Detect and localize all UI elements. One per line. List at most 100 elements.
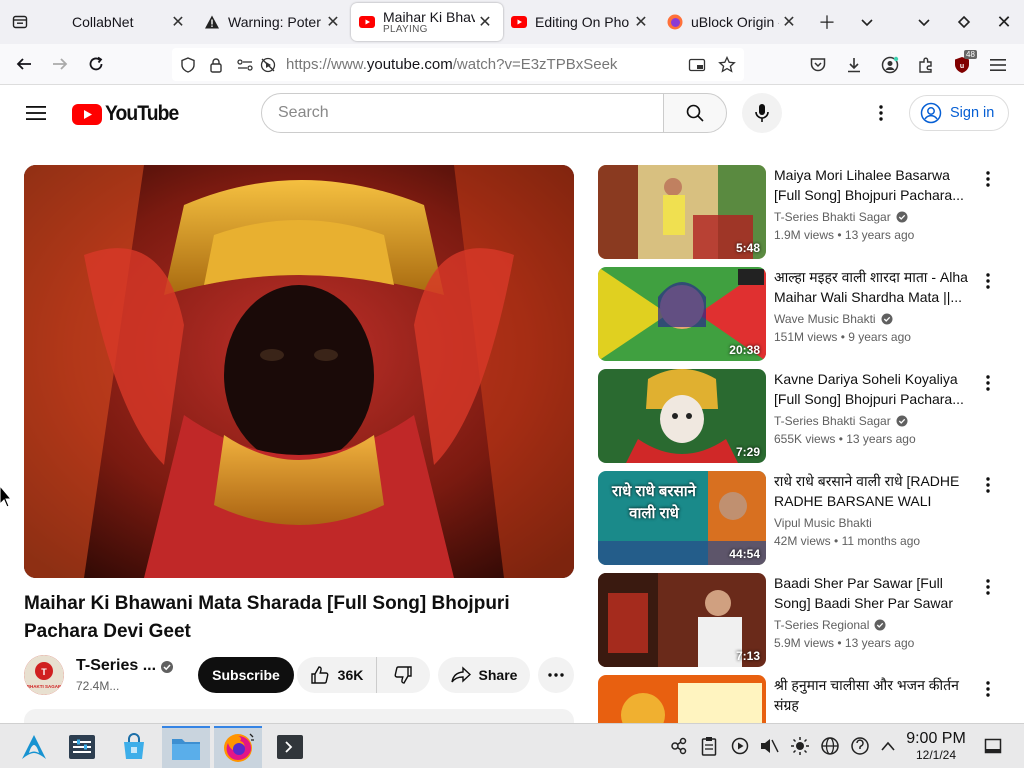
close-icon[interactable]: ✕ [168,12,188,32]
url-text[interactable]: https://www.youtube.com/watch?v=E3zTPBxS… [286,56,617,73]
account-button[interactable] [872,47,908,83]
video-thumbnail[interactable]: राधे राधे बरसाने वाली राधे 44:54 [598,471,766,565]
back-button[interactable] [6,46,42,82]
taskbar-file-manager[interactable] [162,726,210,768]
tray-network-share[interactable] [667,734,691,758]
tab-warning[interactable]: Warning: Poter ✕ [196,4,351,40]
pocket-button[interactable] [800,47,836,83]
guide-menu-button[interactable] [16,93,56,133]
taskbar-software-center[interactable] [110,726,158,768]
window-close-button[interactable]: ✕ [984,0,1024,44]
tray-expand-button[interactable] [876,734,900,758]
recommendation-title[interactable]: Kavne Dariya Soheli Koyaliya [Full Song]… [774,369,974,409]
list-all-tabs-button[interactable] [847,0,887,44]
tray-brightness[interactable] [788,734,812,758]
dislike-button[interactable] [377,657,429,693]
downloads-button[interactable] [836,47,872,83]
autoplay-blocked-icon[interactable] [260,57,276,73]
list-item[interactable]: 7:13 Baadi Sher Par Sawar [Full Song] Ba… [598,573,1008,667]
voice-search-button[interactable] [742,93,782,133]
navigation-toolbar: https://www.youtube.com/watch?v=E3zTPBxS… [0,44,1024,85]
close-icon[interactable]: ✕ [631,12,651,32]
tab-editing[interactable]: Editing On Pho ✕ [503,4,659,40]
picture-in-picture-icon[interactable] [688,57,706,73]
recommendation-menu-button[interactable] [976,269,1000,293]
search-button[interactable] [663,93,727,133]
shield-icon[interactable] [180,56,196,73]
recommendation-menu-button[interactable] [976,167,1000,191]
new-tab-button[interactable]: ＋ [807,0,847,44]
list-item[interactable]: 7:29 Kavne Dariya Soheli Koyaliya [Full … [598,369,1008,463]
channel-avatar[interactable]: T BHAKTI SAGAR [24,655,64,695]
lock-icon[interactable] [208,57,224,73]
app-launcher-button[interactable] [10,726,58,768]
tray-network[interactable] [818,734,842,758]
channel-name[interactable]: T-Series ... [76,657,156,675]
view-count: 5.9M views [774,636,835,650]
recommendation-title[interactable]: आल्हा मइहर वाली शारदा माता - Alha Maihar… [774,267,974,307]
subscribe-button[interactable]: Subscribe [198,657,294,693]
app-menu-button[interactable] [980,47,1016,83]
window-maximize-button[interactable] [944,0,984,44]
recommendation-channel[interactable]: Vipul Music Bhakti [774,516,872,530]
recommendation-channel[interactable]: T-Series Regional [774,618,886,632]
list-item[interactable]: राधे राधे बरसाने वाली राधे 44:54 राधे रा… [598,471,1008,565]
video-thumbnail[interactable]: 7:29 [598,369,766,463]
reload-button[interactable] [78,46,114,82]
view-count: 655K views [774,432,836,446]
tab-ublock[interactable]: uBlock Origin - ✕ [659,4,807,40]
search-icon [686,104,704,122]
recommendation-title[interactable]: Baadi Sher Par Sawar [Full Song] Baadi S… [774,573,974,613]
recommendation-title[interactable]: Maiya Mori Lihalee Basarwa [Full Song] B… [774,165,974,205]
share-button[interactable]: Share [438,657,530,693]
recommendation-channel[interactable]: T-Series Bhakti Sagar [774,414,908,428]
video-thumbnail[interactable]: 20:38 [598,267,766,361]
settings-more-button[interactable] [861,93,901,133]
recommendation-menu-button[interactable] [976,677,1000,701]
tray-clipboard[interactable] [697,734,721,758]
video-thumbnail[interactable]: 5:48 [598,165,766,259]
tab-youtube-active[interactable]: Maihar Ki Bhav PLAYING ✕ [351,3,503,41]
tray-volume[interactable] [757,734,781,758]
taskbar-terminal[interactable] [266,726,314,768]
digital-clock[interactable]: 9:00 PM 12/1/24 [900,730,972,762]
close-icon[interactable]: ✕ [779,12,799,32]
recommendation-menu-button[interactable] [976,473,1000,497]
more-actions-button[interactable] [538,657,574,693]
list-item[interactable]: श्री हनुमान चालीसा और भजन कीर्तन संग्रह [598,675,1008,723]
like-button[interactable]: 36K [297,657,377,693]
list-item[interactable]: 5:48 Maiya Mori Lihalee Basarwa [Full So… [598,165,1008,259]
tray-media-player[interactable] [728,734,752,758]
duration-badge: 7:13 [735,649,760,663]
close-icon[interactable]: ✕ [475,12,495,32]
address-bar[interactable]: https://www.youtube.com/watch?v=E3zTPBxS… [172,48,744,81]
window-minimize-button[interactable] [904,0,944,44]
taskbar-system-settings[interactable] [58,726,106,768]
recommendation-title[interactable]: श्री हनुमान चालीसा और भजन कीर्तन संग्रह [774,675,974,715]
video-thumbnail[interactable]: 7:13 [598,573,766,667]
recommendation-channel[interactable]: Wave Music Bhakti [774,312,893,326]
permissions-icon[interactable] [236,57,254,73]
tab-collabnet[interactable]: CollabNet ✕ [40,4,196,40]
close-icon[interactable]: ✕ [323,12,343,32]
bookmark-star-icon[interactable] [718,55,736,74]
tray-updates[interactable] [848,734,872,758]
ublock-button[interactable]: u 48 [944,47,980,83]
list-item[interactable]: 20:38 आल्हा मइहर वाली शारदा माता - Alha … [598,267,1008,361]
tab-list-button[interactable] [0,0,40,44]
recommendation-menu-button[interactable] [976,575,1000,599]
recommendation-channel[interactable]: T-Series Bhakti Sagar [774,210,908,224]
forward-button[interactable] [42,46,78,82]
recommendation-title[interactable]: राधे राधे बरसाने वाली राधे [RADHE RADHE … [774,471,974,511]
show-desktop-button[interactable] [981,734,1005,758]
extensions-button[interactable] [908,47,944,83]
recommendation-meta: 5.9M views • 13 years ago [774,636,915,650]
sign-in-button[interactable]: Sign in [909,95,1009,131]
youtube-logo[interactable]: YouTube [72,102,185,126]
channel-label: T-Series Regional [774,618,870,632]
video-player[interactable] [24,165,574,578]
taskbar-firefox[interactable] [214,726,262,768]
recommendation-menu-button[interactable] [976,371,1000,395]
search-input[interactable]: Search [261,93,664,133]
video-thumbnail[interactable] [598,675,766,723]
